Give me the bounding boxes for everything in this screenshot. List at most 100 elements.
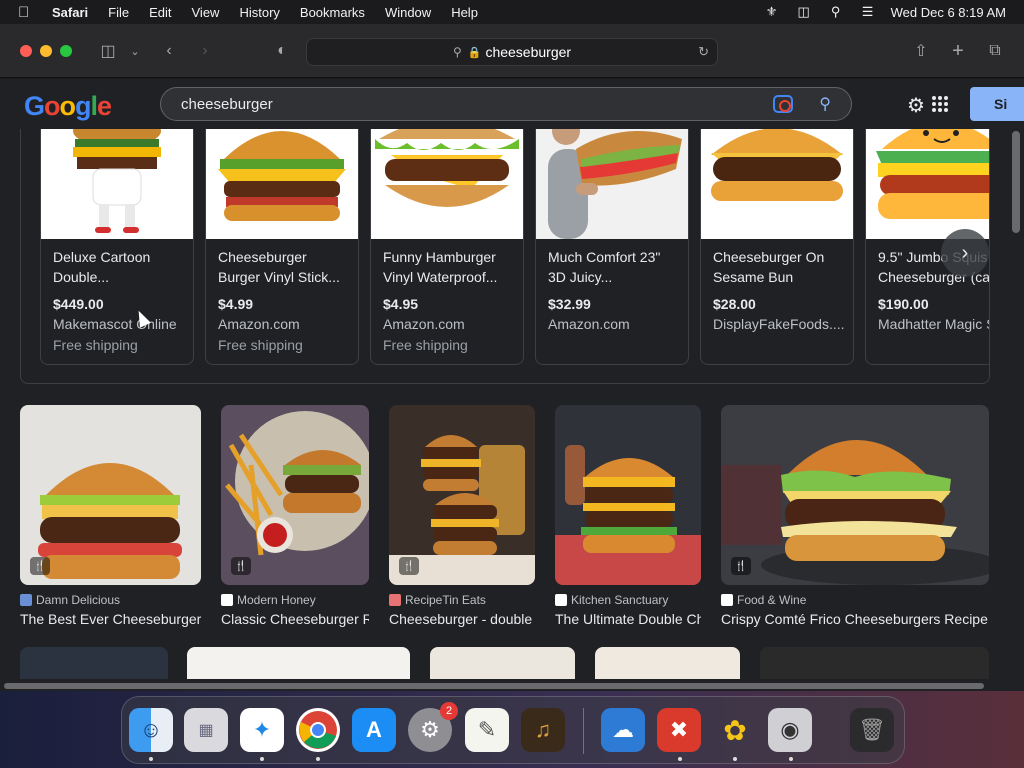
image-source: RecipeTin Eats bbox=[405, 593, 486, 607]
image-title: The Ultimate Double Cheeseburger bbox=[555, 611, 701, 627]
running-indicator bbox=[678, 757, 682, 761]
result-image: 🍴 bbox=[20, 405, 201, 585]
product-shipping: Free shipping bbox=[53, 337, 138, 353]
product-price: $4.95 bbox=[383, 296, 419, 312]
minimize-window-button[interactable] bbox=[40, 45, 52, 57]
sidebar-toggle-icon[interactable]: ◫ bbox=[97, 40, 119, 62]
address-text: cheeseburger bbox=[485, 44, 572, 60]
product-title: Cheeseburger Burger Vinyl Stick... bbox=[218, 249, 340, 285]
product-store: Madhatter Magic S bbox=[878, 316, 990, 332]
image-source: Modern Honey bbox=[237, 593, 316, 607]
recipe-icon: 🍴 bbox=[30, 557, 50, 575]
menu-bar:  Safari File Edit View History Bookmark… bbox=[0, 0, 1024, 24]
new-tab-icon[interactable]: + bbox=[947, 40, 969, 62]
running-indicator bbox=[316, 757, 320, 761]
privacy-shield-icon[interactable]: ◐ bbox=[272, 40, 292, 62]
close-window-button[interactable] bbox=[20, 45, 32, 57]
site-favicon bbox=[721, 594, 733, 606]
google-apps-icon[interactable] bbox=[932, 96, 948, 112]
textedit-icon[interactable]: ✎ bbox=[465, 708, 509, 752]
menu-file[interactable]: File bbox=[108, 5, 129, 20]
carousel-next-button[interactable]: › bbox=[941, 229, 989, 277]
safari-toolbar: ◫ ⌄ ‹ › ◐ ⚲ 🔒 cheeseburger ↻ ⇧ + ⧉ bbox=[0, 24, 1024, 78]
product-price: $449.00 bbox=[53, 296, 104, 312]
dock-separator bbox=[583, 708, 584, 754]
shopping-carousel: Deluxe Cartoon Double... $449.00 Makemas… bbox=[20, 109, 990, 384]
garageband-icon[interactable]: ♫ bbox=[521, 708, 565, 752]
product-card[interactable]: Much Comfort 23" 3D Juicy... $32.99 Amaz… bbox=[535, 109, 689, 365]
image-source: Food & Wine bbox=[737, 593, 807, 607]
site-favicon bbox=[221, 594, 233, 606]
image-result[interactable]: 🍴 RecipeTin Eats Cheeseburger - double bbox=[389, 405, 535, 627]
running-indicator bbox=[260, 757, 264, 761]
product-store: Amazon.com bbox=[383, 316, 465, 332]
reload-icon[interactable]: ↻ bbox=[698, 44, 709, 60]
vertical-scrollbar[interactable] bbox=[1012, 131, 1020, 233]
product-title: Deluxe Cartoon Double... bbox=[53, 249, 151, 285]
menu-window[interactable]: Window bbox=[385, 5, 431, 20]
image-result[interactable]: 🍴 Damn Delicious The Best Ever Cheesebur… bbox=[20, 405, 201, 627]
result-image: 🍴 bbox=[721, 405, 989, 585]
horizontal-scrollbar[interactable] bbox=[0, 679, 1024, 691]
game-controller-icon[interactable]: ◉ bbox=[768, 708, 812, 752]
weather-icon[interactable]: ☁ bbox=[601, 708, 645, 752]
chrome-icon[interactable] bbox=[296, 708, 340, 752]
recipe-icon: 🍴 bbox=[731, 557, 751, 575]
share-icon[interactable]: ⇧ bbox=[910, 40, 932, 62]
product-card[interactable]: Funny Hamburger Vinyl Waterproof... $4.9… bbox=[370, 109, 524, 365]
image-result[interactable]: Kitchen Sanctuary The Ultimate Double Ch… bbox=[555, 405, 701, 627]
safari-icon[interactable]: ✦ bbox=[240, 708, 284, 752]
finder-icon[interactable]: ☺ bbox=[129, 708, 173, 752]
address-bar[interactable]: ⚲ 🔒 cheeseburger ↻ bbox=[306, 38, 718, 66]
product-title: Much Comfort 23" 3D Juicy... bbox=[548, 249, 661, 285]
product-card[interactable]: Cheeseburger On Sesame Bun $28.00 Displa… bbox=[700, 109, 854, 365]
menu-clock[interactable]: Wed Dec 6 8:19 AM bbox=[891, 5, 1006, 20]
site-favicon bbox=[20, 594, 32, 606]
image-result[interactable]: 🍴 Food & Wine Crispy Comté Frico Cheeseb… bbox=[721, 405, 989, 627]
scrollbar-thumb[interactable] bbox=[4, 683, 984, 689]
menu-view[interactable]: View bbox=[192, 5, 220, 20]
google-logo[interactable]: Google bbox=[24, 91, 112, 122]
launchpad-icon[interactable]: ▦ bbox=[184, 708, 228, 752]
back-icon[interactable]: ‹ bbox=[160, 40, 178, 62]
trash-icon[interactable]: 🗑 bbox=[850, 708, 894, 752]
product-store: Amazon.com bbox=[218, 316, 300, 332]
running-indicator bbox=[733, 757, 737, 761]
menu-help[interactable]: Help bbox=[451, 5, 478, 20]
google-header: Google cheeseburger ⚲ ⚙ Si bbox=[0, 79, 1024, 129]
tab-overview-icon[interactable]: ⧉ bbox=[984, 40, 1006, 62]
spotlight-search-icon[interactable]: ⚲ bbox=[827, 4, 845, 19]
search-icon[interactable]: ⚲ bbox=[819, 94, 831, 114]
search-query[interactable]: cheeseburger bbox=[181, 96, 273, 113]
result-image bbox=[555, 405, 701, 585]
sign-in-button[interactable]: Si bbox=[970, 87, 1024, 121]
product-card[interactable]: Cheeseburger Burger Vinyl Stick... $4.99… bbox=[205, 109, 359, 365]
image-result[interactable]: 🍴 Modern Honey Classic Cheeseburger Reci… bbox=[221, 405, 369, 627]
screen-mirroring-icon[interactable]: ◫ bbox=[795, 4, 813, 19]
product-shipping: Free shipping bbox=[218, 337, 303, 353]
control-center-icon[interactable]: ☰ bbox=[859, 4, 877, 19]
google-search-box[interactable]: cheeseburger ⚲ bbox=[160, 87, 852, 121]
apple-menu-icon[interactable]:  bbox=[18, 4, 38, 21]
status-bee-icon[interactable]: ⚜ bbox=[763, 4, 781, 19]
google-lens-icon[interactable] bbox=[773, 95, 793, 113]
remote-desktop-icon[interactable]: ✖ bbox=[657, 708, 701, 752]
product-price: $4.99 bbox=[218, 296, 254, 312]
bee-app-icon[interactable]: ✿ bbox=[713, 708, 757, 752]
menu-bookmarks[interactable]: Bookmarks bbox=[300, 5, 365, 20]
app-store-icon[interactable]: A bbox=[352, 708, 396, 752]
lock-icon: 🔒 bbox=[467, 46, 482, 59]
chevron-down-icon[interactable]: ⌄ bbox=[128, 40, 142, 62]
product-store: Amazon.com bbox=[548, 316, 630, 332]
recipe-icon: 🍴 bbox=[399, 557, 419, 575]
menu-app-safari[interactable]: Safari bbox=[52, 5, 88, 20]
zoom-window-button[interactable] bbox=[60, 45, 72, 57]
forward-icon[interactable]: › bbox=[196, 40, 214, 62]
menu-history[interactable]: History bbox=[239, 5, 279, 20]
running-indicator bbox=[149, 757, 153, 761]
image-title: Classic Cheeseburger Recipe bbox=[221, 611, 369, 627]
menu-edit[interactable]: Edit bbox=[149, 5, 171, 20]
product-card[interactable]: Deluxe Cartoon Double... $449.00 Makemas… bbox=[40, 109, 194, 365]
settings-gear-icon[interactable]: ⚙ bbox=[907, 93, 925, 118]
product-title: Funny Hamburger Vinyl Waterproof... bbox=[383, 249, 498, 285]
